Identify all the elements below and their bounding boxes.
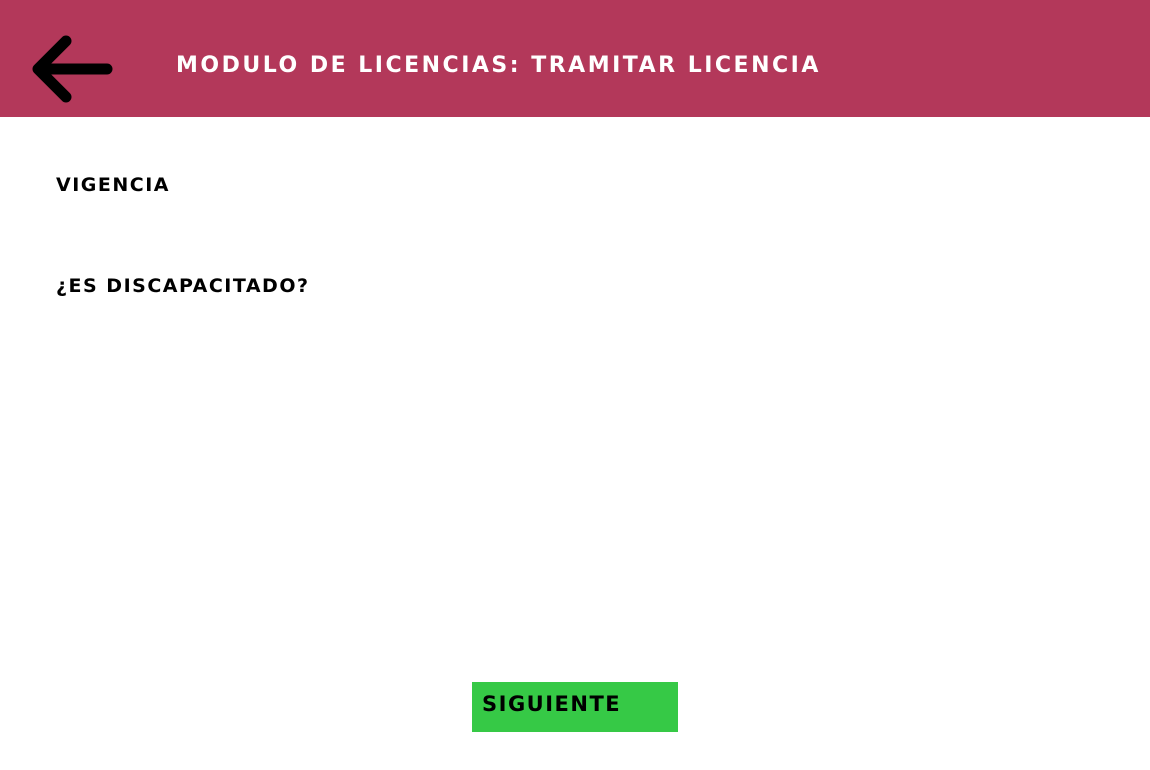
- arrow-left-icon: [32, 35, 113, 103]
- discapacitado-label: ¿ES DISCAPACITADO?: [56, 275, 310, 297]
- back-button[interactable]: [28, 32, 118, 106]
- vigencia-label: VIGENCIA: [56, 174, 170, 196]
- header-bar: MODULO DE LICENCIAS: TRAMITAR LICENCIA: [0, 0, 1150, 117]
- page-title: MODULO DE LICENCIAS: TRAMITAR LICENCIA: [176, 53, 821, 78]
- next-button-label: SIGUIENTE: [482, 692, 622, 716]
- next-button[interactable]: SIGUIENTE: [472, 682, 678, 732]
